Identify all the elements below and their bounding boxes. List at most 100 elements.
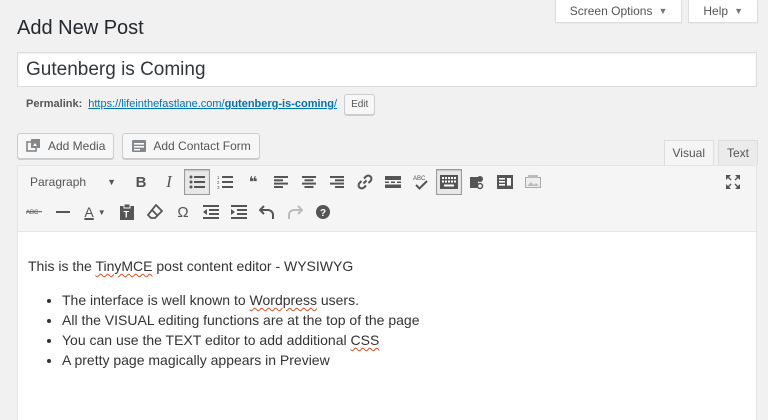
plugin-button-2[interactable] (492, 169, 518, 195)
permalink-row: Permalink: https://lifeinthefastlane.com… (26, 93, 376, 115)
form-embed-icon (497, 175, 513, 189)
horizontal-line-button[interactable] (50, 199, 76, 225)
chevron-down-icon: ▼ (107, 177, 116, 187)
special-character-button[interactable]: Ω (170, 199, 196, 225)
expand-icon (726, 175, 740, 189)
fullscreen-button[interactable] (720, 169, 746, 195)
form-icon (131, 138, 147, 154)
puzzle-icon (470, 176, 484, 190)
indent-icon (231, 205, 247, 219)
image-icon (525, 175, 541, 188)
screen-meta-links: Screen Options ▼ Help ▼ (554, 0, 758, 23)
align-center-button[interactable] (296, 169, 322, 195)
permalink-trail: / (334, 98, 338, 110)
horizontal-line-icon (56, 211, 70, 213)
paste-as-text-button[interactable]: T (114, 199, 140, 225)
intro-text-end: post content editor - WYSIWYG (152, 258, 354, 274)
list-item-text: The interface is well known to (62, 292, 250, 308)
list-item: All the VISUAL editing functions are at … (62, 310, 746, 330)
numbered-list-button[interactable]: 123 (212, 169, 238, 195)
keyboard-icon (440, 175, 458, 189)
redo-button[interactable] (282, 199, 308, 225)
text-color-button[interactable]: A ▼ (78, 199, 112, 225)
permalink-link[interactable]: https://lifeinthefastlane.com/gutenberg-… (88, 98, 337, 110)
screen-options-label: Screen Options (569, 4, 653, 18)
svg-text:ABC: ABC (413, 176, 426, 182)
svg-text:ABC: ABC (26, 210, 39, 216)
outdent-icon (203, 205, 219, 219)
bullet-list: The interface is well known to Wordpress… (28, 290, 746, 370)
tab-visual[interactable]: Visual (663, 140, 714, 165)
format-select-value: Paragraph (30, 175, 87, 189)
strikethrough-icon: ABC (26, 210, 42, 216)
add-contact-form-label: Add Contact Form (153, 139, 251, 153)
keyboard-shortcuts-button[interactable]: ? (310, 199, 336, 225)
svg-text:3: 3 (217, 185, 220, 189)
media-icon (26, 138, 42, 154)
misspelled-word: CSS (350, 332, 380, 348)
read-more-icon (385, 176, 401, 188)
permalink-base: https://lifeinthefastlane.com/ (88, 98, 225, 110)
outdent-button[interactable] (198, 199, 224, 225)
plugin-button-1[interactable] (464, 169, 490, 195)
list-item-text: users. (316, 292, 359, 308)
align-left-icon (274, 176, 288, 188)
chevron-down-icon: ▼ (97, 207, 106, 217)
blockquote-button[interactable]: ❝ (240, 169, 266, 195)
clear-formatting-button[interactable] (142, 199, 168, 225)
align-right-icon (330, 176, 344, 188)
permalink-label: Permalink: (26, 98, 83, 110)
eraser-icon (147, 204, 163, 219)
strikethrough-button[interactable]: ABC (22, 199, 48, 225)
text-color-icon: A (84, 205, 93, 219)
page-title: Add New Post (17, 17, 144, 39)
add-contact-form-button[interactable]: Add Contact Form (122, 133, 260, 159)
align-center-icon (302, 176, 316, 188)
misspelled-word: TinyMCE (95, 258, 153, 274)
align-left-button[interactable] (268, 169, 294, 195)
editor-mode-tabs: Visual Text (663, 140, 758, 165)
content-editor: Paragraph ▼ B I 123 ❝ ABC ABC A ▼ T Ω ? … (17, 165, 757, 420)
editor-content[interactable]: This is the TinyMCE post content editor … (18, 232, 756, 394)
indent-button[interactable] (226, 199, 252, 225)
insert-link-button[interactable] (352, 169, 378, 195)
toolbar-row-1: Paragraph ▼ B I 123 ❝ ABC (22, 169, 548, 195)
bold-button[interactable]: B (128, 169, 154, 195)
tab-text[interactable]: Text (717, 140, 758, 165)
list-item: You can use the TEXT editor to add addit… (62, 330, 746, 350)
spellcheck-button[interactable]: ABC (408, 169, 434, 195)
clipboard-icon: T (120, 204, 134, 220)
misspelled-word: Wordpress (249, 292, 317, 308)
spellcheck-icon: ABC (413, 176, 428, 190)
redo-icon (288, 205, 303, 219)
bullet-list-icon (189, 175, 205, 189)
help-button[interactable]: Help ▼ (688, 0, 758, 23)
link-icon (357, 174, 373, 190)
toolbar-toggle-button[interactable] (436, 169, 462, 195)
post-title-input[interactable]: Gutenberg is Coming (17, 52, 757, 87)
svg-text:T: T (124, 210, 130, 220)
align-right-button[interactable] (324, 169, 350, 195)
editor-toolbar: Paragraph ▼ B I 123 ❝ ABC ABC A ▼ T Ω ? (18, 166, 756, 232)
add-media-label: Add Media (48, 139, 106, 153)
bullet-list-button[interactable] (184, 169, 210, 195)
list-item: A pretty page magically appears in Previ… (62, 350, 746, 370)
svg-text:?: ? (320, 208, 326, 219)
plugin-button-3[interactable] (520, 169, 546, 195)
permalink-slug: gutenberg-is-coming (224, 98, 334, 110)
help-icon: ? (316, 205, 330, 219)
read-more-button[interactable] (380, 169, 406, 195)
media-buttons: Add Media Add Contact Form (17, 133, 260, 159)
permalink-edit-button[interactable]: Edit (344, 93, 376, 115)
add-media-button[interactable]: Add Media (17, 133, 115, 159)
undo-button[interactable] (254, 199, 280, 225)
numbered-list-icon: 123 (217, 175, 233, 189)
italic-button[interactable]: I (156, 169, 182, 195)
format-select[interactable]: Paragraph ▼ (22, 170, 122, 194)
screen-options-button[interactable]: Screen Options ▼ (554, 0, 683, 23)
undo-icon (259, 205, 274, 219)
intro-text-start: This is the (28, 258, 96, 274)
toolbar-row-2: ABC A ▼ T Ω ? (22, 199, 338, 225)
list-item: The interface is well known to Wordpress… (62, 290, 746, 310)
help-label: Help (703, 4, 729, 18)
